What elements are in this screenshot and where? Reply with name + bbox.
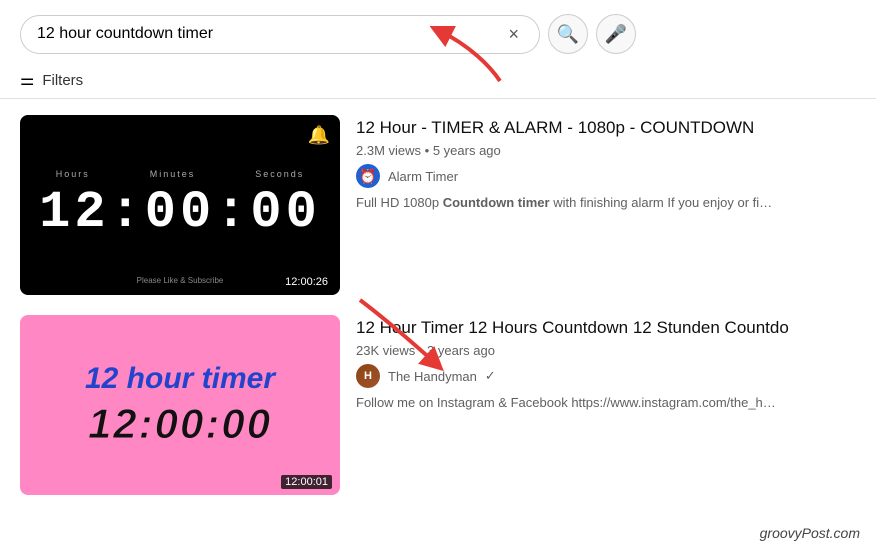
mic-icon: 🎤 <box>605 24 627 45</box>
video-thumbnail-2[interactable]: 12 hour timer 12:00:00 12:00:01 <box>20 315 340 495</box>
search-input-wrapper[interactable]: × <box>20 15 540 54</box>
video-meta-1: 2.3M views • 5 years ago <box>356 143 856 158</box>
thumb1-duration: 12:00:26 <box>281 275 332 289</box>
video-age-2: 3 years ago <box>427 343 495 358</box>
result-row: Hours Minutes Seconds 12:00:00 🔔 Please … <box>20 115 856 295</box>
thumb1-minutes-label: Minutes <box>150 169 196 179</box>
bell-icon: 🔔 <box>308 125 330 146</box>
thumb1-display: Hours Minutes Seconds 12:00:00 🔔 Please … <box>20 115 340 295</box>
thumb1-seconds-label: Seconds <box>255 169 304 179</box>
views-count-2: 23K views <box>356 343 415 358</box>
clear-search-button[interactable]: × <box>508 24 519 45</box>
result-row-2: 12 hour timer 12:00:00 12:00:01 12 Hour … <box>20 315 856 495</box>
separator-2: • <box>419 343 427 358</box>
video-info-1: 12 Hour - TIMER & ALARM - 1080p - COUNTD… <box>356 115 856 212</box>
thumb2-display: 12 hour timer 12:00:00 12:00:01 <box>20 315 340 495</box>
thumb2-title-text: 12 hour timer <box>85 362 275 396</box>
channel-avatar-1: ⏰ <box>356 164 380 188</box>
thumb1-hours-label: Hours <box>56 169 90 179</box>
channel-row-2: H The Handyman ✓ <box>356 364 856 388</box>
search-button[interactable]: 🔍 <box>548 14 588 54</box>
video-age-1: 5 years ago <box>433 143 501 158</box>
search-icon: 🔍 <box>557 24 579 45</box>
filters-bar[interactable]: ⚌ Filters <box>0 64 876 99</box>
thumb1-labels: Hours Minutes Seconds <box>56 169 305 179</box>
thumb1-bottom-text: Please Like & Subscribe <box>137 276 224 285</box>
search-input[interactable] <box>37 25 508 43</box>
search-bar-area: × 🔍 🎤 <box>0 0 876 64</box>
video-desc-1: Full HD 1080p Countdown timer with finis… <box>356 194 776 212</box>
filters-icon: ⚌ <box>20 70 34 90</box>
filters-label: Filters <box>42 72 83 89</box>
thumb2-time-display: 12:00:00 <box>88 400 272 448</box>
video-info-2: 12 Hour Timer 12 Hours Countdown 12 Stun… <box>356 315 856 412</box>
channel-row-1: ⏰ Alarm Timer <box>356 164 856 188</box>
watermark: groovyPost.com <box>760 525 860 541</box>
verified-badge: ✓ <box>485 368 496 384</box>
views-count-1: 2.3M views <box>356 143 421 158</box>
video-thumbnail-1[interactable]: Hours Minutes Seconds 12:00:00 🔔 Please … <box>20 115 340 295</box>
video-title-1[interactable]: 12 Hour - TIMER & ALARM - 1080p - COUNTD… <box>356 117 856 139</box>
video-meta-2: 23K views • 3 years ago <box>356 343 856 358</box>
results-container: Hours Minutes Seconds 12:00:00 🔔 Please … <box>0 99 876 511</box>
thumb1-time-display: 12:00:00 <box>39 183 321 242</box>
video-title-2[interactable]: 12 Hour Timer 12 Hours Countdown 12 Stun… <box>356 317 856 339</box>
thumb2-duration: 12:00:01 <box>281 475 332 489</box>
channel-name-2[interactable]: The Handyman <box>388 369 477 384</box>
channel-avatar-2: H <box>356 364 380 388</box>
mic-button[interactable]: 🎤 <box>596 14 636 54</box>
watermark-text: groovyPost.com <box>760 525 860 541</box>
separator-1: • <box>425 143 433 158</box>
channel-name-1[interactable]: Alarm Timer <box>388 169 458 184</box>
video-desc-2: Follow me on Instagram & Facebook https:… <box>356 394 776 412</box>
